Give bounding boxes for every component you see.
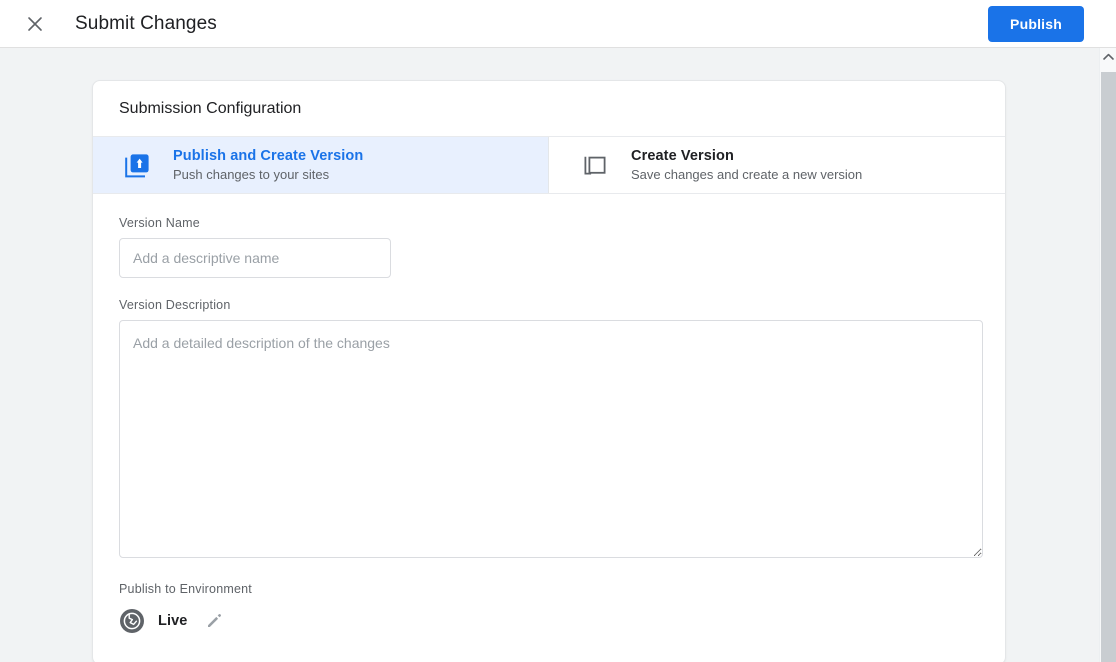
publish-button[interactable]: Publish: [988, 5, 1084, 42]
version-description-field: Version Description: [119, 298, 983, 558]
tab-create-version[interactable]: Create Version Save changes and create a…: [549, 137, 1005, 193]
scrollbar-thumb[interactable]: [1101, 72, 1116, 662]
page-title: Submit Changes: [75, 12, 217, 34]
content-wrapper: Submission Configuration Publish and Cre…: [0, 48, 1116, 662]
publish-to-environment-label: Publish to Environment: [119, 582, 252, 596]
pencil-edit-icon[interactable]: [204, 611, 224, 631]
tab-publish-subtitle: Push changes to your sites: [173, 166, 330, 182]
environment-row: Live: [119, 608, 979, 634]
vertical-scrollbar[interactable]: [1099, 48, 1116, 662]
version-description-textarea[interactable]: [119, 320, 983, 558]
publish-upload-icon: [123, 151, 151, 179]
copy-version-icon: [581, 151, 609, 179]
tab-create-version-title: Create Version: [631, 147, 734, 164]
submission-configuration-card: Submission Configuration Publish and Cre…: [92, 80, 1006, 662]
tab-publish-text: Publish and Create Version Push changes …: [173, 147, 363, 184]
scrollbar-track[interactable]: [1100, 65, 1116, 662]
close-button[interactable]: [20, 9, 50, 39]
version-name-label: Version Name: [119, 216, 200, 230]
submit-changes-page: Submit Changes Publish Submission Config…: [0, 0, 1116, 662]
environment-name: Live: [158, 613, 188, 629]
tab-publish-and-create-version[interactable]: Publish and Create Version Push changes …: [93, 137, 549, 193]
tab-create-version-subtitle: Save changes and create a new version: [631, 166, 863, 182]
submission-form: Version Name Version Description Publish…: [93, 194, 1005, 662]
version-name-field: Version Name: [119, 216, 979, 278]
tab-create-version-text: Create Version Save changes and create a…: [631, 147, 862, 184]
card-header: Submission Configuration: [93, 81, 1005, 136]
scroll-content: Submission Configuration Publish and Cre…: [0, 48, 1099, 662]
scroll-up-button[interactable]: [1100, 48, 1116, 65]
version-description-label: Version Description: [119, 298, 231, 312]
close-icon: [25, 14, 45, 34]
top-app-bar: Submit Changes Publish: [0, 0, 1116, 48]
submission-mode-tabs: Publish and Create Version Push changes …: [93, 136, 1005, 194]
public-globe-icon: [119, 608, 145, 634]
chevron-up-icon: [1102, 48, 1114, 66]
publish-to-environment-section: Publish to Environment Live: [119, 582, 979, 634]
version-name-input[interactable]: [119, 238, 391, 278]
tab-publish-title: Publish and Create Version: [173, 147, 364, 164]
card-title: Submission Configuration: [119, 99, 302, 117]
